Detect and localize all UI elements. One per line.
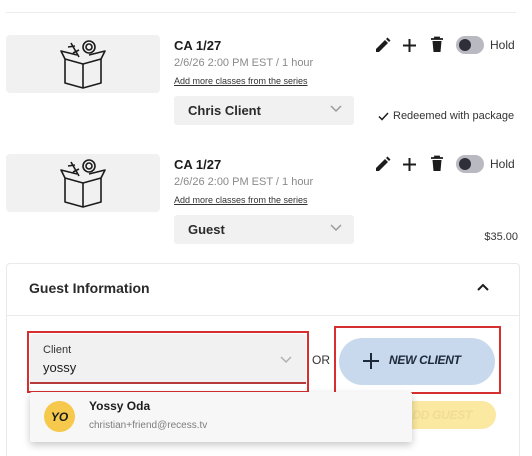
hold-label: Hold [490,38,515,52]
class-time: 2/6/26 2:00 PM EST / 1 hour [174,176,314,188]
client-suggestion-dropdown: YO Yossy Oda christian+friend@recess.tv [30,392,412,442]
hold-toggle[interactable] [456,36,484,54]
client-select[interactable]: Chris Client [174,96,354,125]
chevron-down-icon [330,105,342,113]
class-thumbnail [6,154,160,212]
client-select[interactable]: Guest [174,215,354,244]
hold-toggle[interactable] [456,155,484,173]
client-select-value: Guest [188,222,225,237]
client-select-value: Chris Client [188,103,261,118]
redeemed-status: Redeemed with package [378,110,514,122]
class-title: CA 1/27 [174,38,222,53]
chevron-down-icon [330,224,342,232]
price: $35.00 [484,231,518,243]
class-thumbnail [6,35,160,93]
or-separator: OR [312,353,330,367]
box-icon [60,40,106,89]
guest-information-title: Guest Information [29,280,150,296]
trash-icon[interactable] [430,155,444,172]
divider [6,12,516,13]
hold-label: Hold [490,157,515,171]
highlight-box [27,331,309,393]
add-classes-link[interactable]: Add more classes from the series [174,76,308,86]
add-classes-link[interactable]: Add more classes from the series [174,195,308,205]
suggestion-email: christian+friend@recess.tv [89,420,208,431]
class-title: CA 1/27 [174,157,222,172]
class-time: 2/6/26 2:00 PM EST / 1 hour [174,57,314,69]
chevron-up-icon[interactable] [476,282,490,292]
edit-icon[interactable] [374,37,391,54]
suggestion-name[interactable]: Yossy Oda [89,399,150,413]
add-guest-label: ADD GUEST [404,408,472,422]
trash-icon[interactable] [430,36,444,53]
divider [7,315,519,316]
checkmark-icon [378,112,389,121]
box-icon [60,159,106,208]
highlight-box [334,326,501,394]
add-icon[interactable] [402,157,417,172]
add-icon[interactable] [402,38,417,53]
avatar: YO [44,401,75,432]
edit-icon[interactable] [374,156,391,173]
